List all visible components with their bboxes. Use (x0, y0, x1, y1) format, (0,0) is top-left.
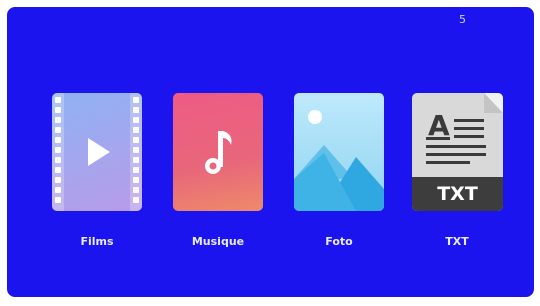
foto-label[interactable]: Foto (289, 235, 389, 248)
txt-badge: TXT (412, 177, 503, 211)
music-tile[interactable] (173, 93, 263, 211)
txt-label[interactable]: TXT (407, 235, 507, 248)
media-home-screen: 5 A TXT Films Musique Foto TXT (7, 7, 534, 297)
foto-tile[interactable] (294, 93, 384, 211)
music-note-icon (205, 131, 232, 174)
film-play-icon (88, 138, 110, 166)
text-document-icon: A (426, 93, 503, 164)
music-label[interactable]: Musique (168, 235, 268, 248)
films-tile[interactable] (52, 93, 142, 211)
films-label[interactable]: Films (47, 235, 147, 248)
photo-landscape-icon (294, 110, 384, 211)
txt-tile[interactable]: A TXT (412, 93, 503, 211)
corner-indicator: 5 (459, 13, 466, 26)
